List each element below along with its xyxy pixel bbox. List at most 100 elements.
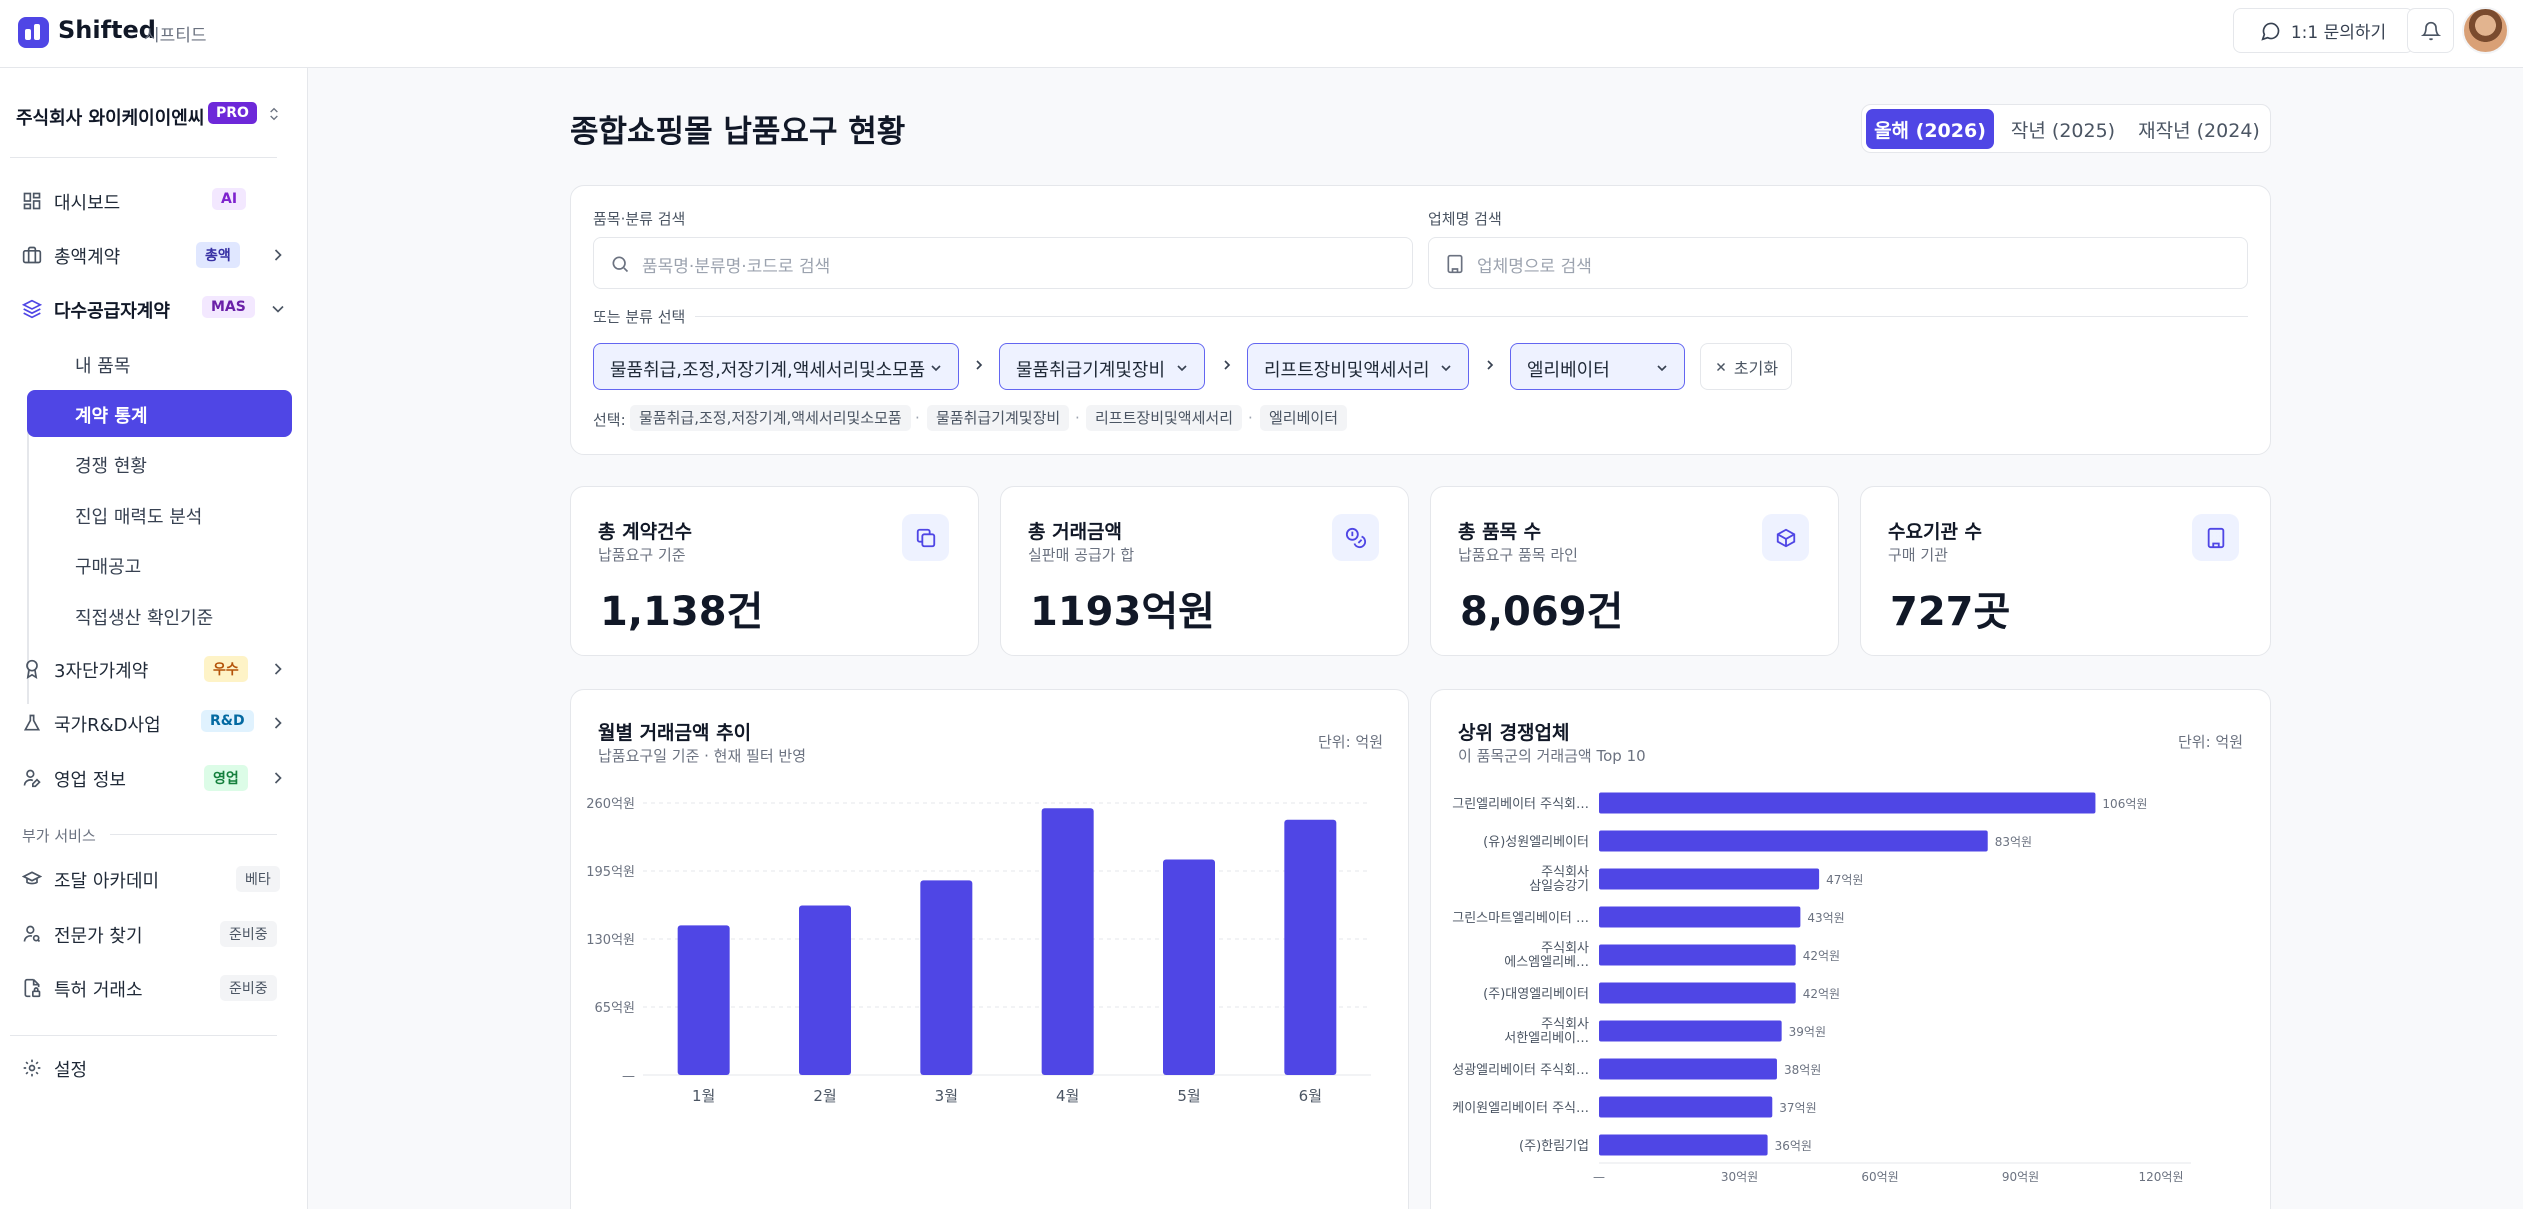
sidebar-item-dashboard[interactable]: 대시보드 AI <box>10 176 295 226</box>
sidebar-item-mas[interactable]: 다수공급자계약 MAS <box>10 284 295 334</box>
chevron-right-icon <box>274 249 282 261</box>
item-search-input[interactable]: 품목명·분류명·코드로 검색 <box>593 237 1413 289</box>
submenu-direct-production[interactable]: 직접생산 확인기준 <box>27 592 292 639</box>
x-tick-label: 5월 <box>1177 1087 1200 1105</box>
plan-badge: PRO <box>208 102 257 124</box>
page-title: 종합쇼핑몰 납품요구 현황 <box>570 114 906 150</box>
sidebar-item-academy[interactable]: 조달 아카데미 베타 <box>10 854 295 904</box>
brand-name[interactable]: Shifted <box>58 16 156 44</box>
stat-title: 수요기관 수 <box>1888 521 1983 543</box>
chevron-down-icon <box>272 305 284 313</box>
submenu-label: 구매공고 <box>75 557 142 578</box>
user-pen-icon <box>23 769 41 788</box>
bar <box>1041 808 1094 1075</box>
tab-last-year[interactable]: 작년 (2025) <box>1998 109 2128 149</box>
extra-services-heading: 부가 서비스 <box>22 827 96 845</box>
y-category-label: 서한엘리베이… <box>1504 1031 1589 1046</box>
sidebar-item-find-expert[interactable]: 전문가 찾기 준비중 <box>10 909 295 959</box>
stat-card-agencies: 수요기관 수 구매 기관 727곳 <box>1860 486 2271 656</box>
submenu-contract-stats[interactable]: 계약 통계 <box>27 390 292 437</box>
bar <box>1599 830 1988 852</box>
crumb-separator: · <box>915 409 920 427</box>
sidebar-divider <box>10 157 277 158</box>
user-search-icon <box>23 925 41 943</box>
y-tick-label: 65억원 <box>595 1001 635 1016</box>
bar-value-label: 106억원 <box>2102 797 2147 811</box>
sidebar-item-lump-sum[interactable]: 총액계약 총액 <box>10 230 295 280</box>
chevron-down-icon <box>931 365 941 372</box>
item-search-placeholder: 품목명·분류명·코드로 검색 <box>642 257 831 277</box>
vendor-search-label: 업체명 검색 <box>1428 210 1502 228</box>
company-name[interactable]: 주식회사 와이케이이엔씨 <box>16 104 204 130</box>
stat-card-items: 총 품목 수 납품요구 품목 라인 8,069건 <box>1430 486 1839 656</box>
bar-value-label: 39억원 <box>1789 1025 1826 1039</box>
briefcase-icon <box>22 246 42 264</box>
sidebar-item-label: 3자단가계약 <box>54 661 149 682</box>
select-value: 엘리베이터 <box>1527 360 1610 381</box>
category-select-level2[interactable]: 물품취급기계및장비 <box>999 343 1205 390</box>
chevrons-up-down-icon[interactable] <box>266 104 282 124</box>
x-tick-label: 120억원 <box>2139 1170 2184 1184</box>
submenu-competition[interactable]: 경쟁 현황 <box>27 440 292 487</box>
bar-value-label: 47억원 <box>1826 873 1863 887</box>
x-tick-label: 3월 <box>935 1087 958 1105</box>
stat-value: 8,069건 <box>1460 589 1624 635</box>
submenu-my-items[interactable]: 내 품목 <box>27 340 292 387</box>
sidebar-item-third-party[interactable]: 3자단가계약 우수 <box>10 644 295 694</box>
notification-button[interactable] <box>2407 8 2454 53</box>
x-tick-label: 90억원 <box>2002 1170 2039 1184</box>
sidebar-item-label: 전문가 찾기 <box>54 926 143 947</box>
vendor-search-input[interactable]: 업체명으로 검색 <box>1428 237 2248 289</box>
avatar[interactable] <box>2462 7 2509 54</box>
sidebar-item-patent-exchange[interactable]: 특허 거래소 준비중 <box>10 963 295 1013</box>
bar-value-label: 83억원 <box>1995 835 2032 849</box>
category-select-level4[interactable]: 엘리베이터 <box>1510 343 1685 390</box>
bar <box>1599 982 1796 1004</box>
brand-subtitle: 시프티드 <box>144 26 207 46</box>
award-icon <box>26 659 38 679</box>
building-icon <box>1447 254 1463 274</box>
tab-two-years-ago[interactable]: 재작년 (2024) <box>2132 109 2266 149</box>
x-tick-label: 60억원 <box>1861 1170 1898 1184</box>
y-category-label: (주)한림기업 <box>1519 1139 1589 1154</box>
submenu-label: 진입 매력도 분석 <box>75 507 203 528</box>
sidebar-item-label: 대시보드 <box>54 193 121 214</box>
sidebar-item-settings[interactable]: 설정 <box>10 1043 295 1093</box>
submenu-label: 내 품목 <box>75 356 131 377</box>
mas-badge: MAS <box>202 296 255 318</box>
category-select-level1[interactable]: 물품취급,조정,저장기계,액세서리및소모품 <box>593 343 959 390</box>
submenu-entry-attractiveness[interactable]: 진입 매력도 분석 <box>27 491 292 538</box>
vendor-search-placeholder: 업체명으로 검색 <box>1477 257 1592 277</box>
sidebar-item-sales-info[interactable]: 영업 정보 영업 <box>10 753 295 803</box>
sidebar-item-rnd[interactable]: 국가R&D사업 R&D <box>10 698 295 748</box>
submenu-purchase-notice[interactable]: 구매공고 <box>27 541 292 588</box>
category-select-level3[interactable]: 리프트장비및액세서리 <box>1247 343 1469 390</box>
stat-value: 1,138건 <box>600 589 764 635</box>
y-category-label: 에스엠엘리베… <box>1504 955 1589 970</box>
y-category-label: 주식회사 <box>1541 865 1589 880</box>
y-category-label: 케이원엘리베이터 주식… <box>1452 1101 1589 1116</box>
logo-icon[interactable] <box>18 17 49 48</box>
bar <box>1599 944 1796 966</box>
reset-button[interactable]: 초기화 <box>1700 343 1792 390</box>
stat-title: 총 거래금액 <box>1028 521 1123 543</box>
inquiry-button[interactable]: 1:1 문의하기 <box>2233 8 2414 53</box>
package-icon <box>1762 514 1809 561</box>
x-tick-label: 4월 <box>1056 1087 1079 1105</box>
bar <box>920 880 973 1075</box>
stat-title: 총 계약건수 <box>598 521 693 543</box>
sidebar-item-label: 총액계약 <box>54 247 121 268</box>
tab-this-year[interactable]: 올해 (2026) <box>1866 109 1994 149</box>
x-tick-label: 30억원 <box>1721 1170 1758 1184</box>
y-category-label: 성광엘리베이터 주식회… <box>1452 1063 1589 1078</box>
y-category-label: (유)성원엘리베이터 <box>1483 835 1589 850</box>
selected-crumb: 물품취급기계및장비 <box>927 405 1070 431</box>
beta-badge: 베타 <box>236 866 280 892</box>
stat-card-amount: 총 거래금액 실판매 공급가 합 1193억원 <box>1000 486 1409 656</box>
bar <box>1599 1020 1782 1042</box>
category-select-label: 또는 분류 선택 <box>593 308 686 326</box>
y-category-label: 그린엘리베이터 주식회… <box>1452 797 1589 812</box>
x-tick-label: — <box>1593 1170 1605 1184</box>
y-tick-label: 130억원 <box>586 933 635 948</box>
stat-value: 1193억원 <box>1030 589 1215 635</box>
